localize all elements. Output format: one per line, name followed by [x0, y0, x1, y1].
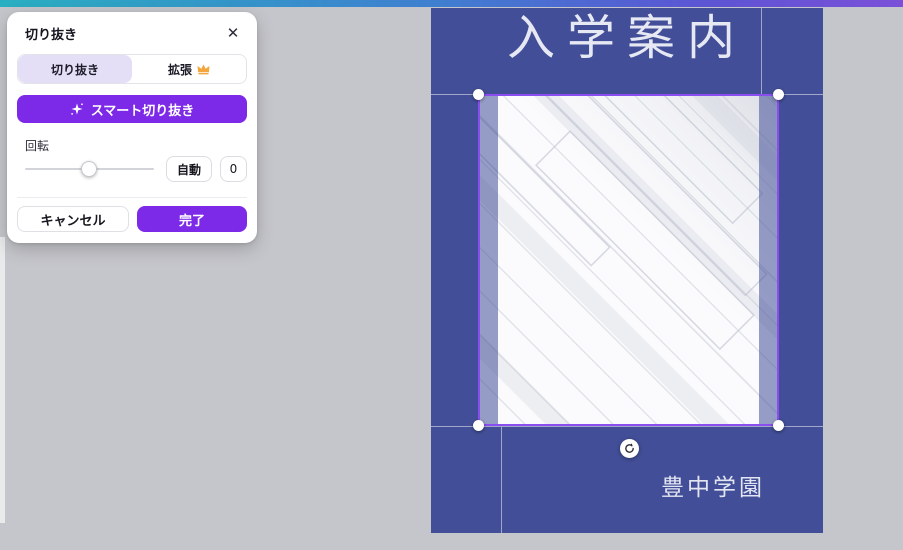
tab-expand[interactable]: 拡張	[132, 55, 246, 83]
crown-icon	[197, 64, 210, 74]
smart-crop-button[interactable]: スマート切り抜き	[17, 95, 247, 123]
cropped-out-region-left	[480, 96, 498, 424]
done-button[interactable]: 完了	[137, 206, 247, 232]
rotate-icon	[625, 443, 634, 453]
cancel-button[interactable]: キャンセル	[17, 206, 129, 232]
crop-guide-line-left	[501, 427, 502, 533]
cropped-out-region-right	[759, 96, 777, 424]
crop-selection[interactable]	[473, 89, 784, 431]
left-edge-panel-sliver	[0, 237, 5, 523]
crop-handle-top-left[interactable]	[473, 89, 484, 100]
panel-footer-buttons: キャンセル 完了	[17, 206, 247, 232]
close-icon: ✕	[226, 23, 240, 42]
rotation-slider-thumb[interactable]	[81, 161, 98, 177]
sparkle-icon	[70, 103, 83, 115]
auto-rotate-button[interactable]: 自動	[165, 156, 212, 182]
tab-crop[interactable]: 切り抜き	[18, 55, 132, 83]
crop-handle-bottom-left[interactable]	[473, 420, 484, 431]
toolbar-gradient-edge	[0, 0, 903, 7]
rotation-label: 回転	[25, 139, 50, 153]
tab-crop-label: 切り抜き	[50, 62, 99, 77]
panel-divider	[17, 197, 247, 198]
rotation-controls: 自動 0	[17, 156, 247, 182]
tab-expand-label: 拡張	[167, 62, 192, 77]
crop-panel-header: 切り抜き ✕	[17, 22, 247, 43]
poster-footer-text[interactable]: 豊中学園	[661, 468, 765, 502]
crop-mode-tabs: 切り抜き 拡張	[17, 54, 247, 84]
poster-title-text[interactable]: 入学案内	[431, 8, 823, 68]
smart-crop-label: スマート切り抜き	[90, 103, 195, 119]
crop-handle-bottom-right[interactable]	[773, 420, 784, 431]
design-page[interactable]: 入学案内 豊中学園	[431, 8, 823, 533]
crop-guide-line-bottom	[431, 426, 823, 427]
crop-guide-line-right	[761, 8, 762, 94]
rotation-value-input[interactable]: 0	[220, 156, 247, 182]
close-button[interactable]: ✕	[223, 23, 243, 43]
rotate-handle[interactable]	[620, 439, 639, 458]
abstract-diagonal-artwork	[480, 96, 768, 351]
crop-panel-title: 切り抜き	[25, 27, 78, 43]
auto-rotate-label: 自動	[176, 162, 201, 177]
crop-handle-top-right[interactable]	[773, 89, 784, 100]
photo-being-cropped[interactable]	[480, 96, 777, 424]
crop-panel: 切り抜き ✕ 切り抜き 拡張 スマート切り抜き 回転 自動 0 キャンセル 完了	[7, 12, 257, 243]
rotation-slider[interactable]	[25, 156, 154, 182]
